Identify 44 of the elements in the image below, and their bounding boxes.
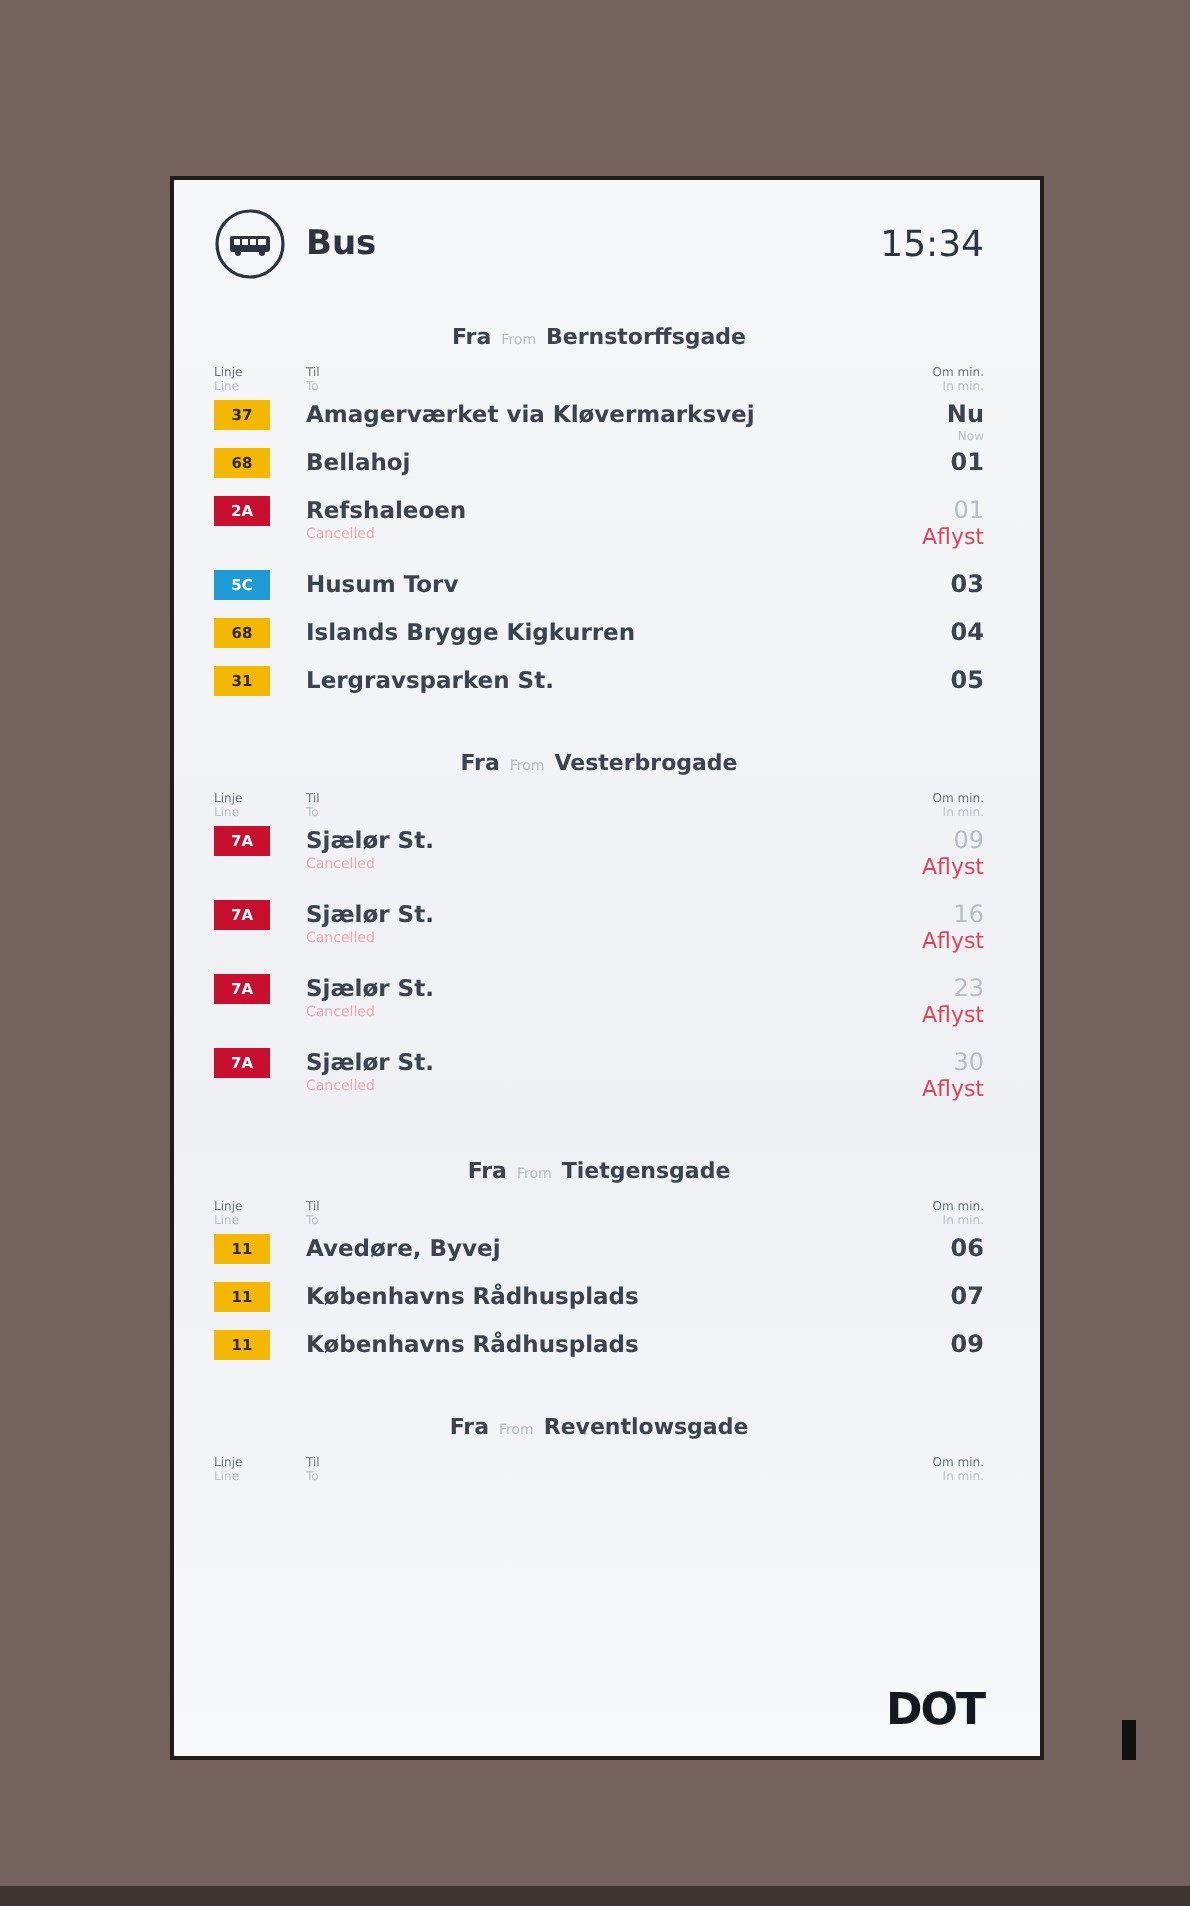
from-label: Fra bbox=[452, 324, 492, 350]
stop-name: Vesterbrogade bbox=[554, 750, 738, 776]
departure-minutes: 07 bbox=[950, 1282, 984, 1312]
destination-name: Bellahoj bbox=[306, 448, 413, 478]
destination-name: Sjælør St. bbox=[306, 1048, 436, 1078]
destination-name: Refshaleoen bbox=[306, 496, 469, 526]
stop-name: Reventlowsgade bbox=[543, 1414, 749, 1440]
destination-name: Københavns Rådhusplads bbox=[306, 1282, 641, 1312]
departure-minutes: 30 bbox=[953, 1048, 984, 1078]
destination-name: Lergravsparken St. bbox=[306, 666, 556, 696]
departure-minutes: 09 bbox=[950, 1330, 984, 1360]
destination-name: Husum Torv bbox=[306, 570, 461, 600]
destination-name: Sjælør St. bbox=[306, 826, 436, 856]
indicator-light bbox=[1122, 1720, 1136, 1760]
destination-name: Amagerværket via Kløvermarksvej bbox=[306, 400, 757, 430]
cancelled-status: Aflyst bbox=[921, 930, 984, 954]
stop-name: Bernstorffsgade bbox=[546, 324, 746, 350]
from-label: Fra bbox=[460, 750, 500, 776]
mode-title: Bus bbox=[306, 224, 379, 264]
departure-minutes: 03 bbox=[950, 570, 984, 600]
departure-minutes: 05 bbox=[950, 666, 984, 696]
destination-name: Sjælør St. bbox=[306, 974, 436, 1004]
from-label: Fra bbox=[467, 1158, 507, 1184]
from-label: Fra bbox=[449, 1414, 489, 1440]
departure-minutes: 06 bbox=[950, 1234, 984, 1264]
bus-icon bbox=[214, 208, 286, 280]
destination-name: Københavns Rådhusplads bbox=[306, 1330, 641, 1360]
departure-minutes: Nu bbox=[946, 400, 984, 430]
destination-name: Islands Brygge Kigkurren bbox=[306, 618, 638, 648]
departure-minutes: 04 bbox=[950, 618, 984, 648]
destination-name: Avedøre, Byvej bbox=[306, 1234, 503, 1264]
cancelled-status: Aflyst bbox=[921, 526, 984, 550]
clock-time: 15:34 bbox=[880, 223, 984, 265]
departure-minutes: 23 bbox=[953, 974, 984, 1004]
departure-minutes: 09 bbox=[953, 826, 984, 856]
cancelled-status: Aflyst bbox=[921, 856, 984, 880]
cancelled-status: Aflyst bbox=[921, 1004, 984, 1028]
departure-minutes: 01 bbox=[953, 496, 984, 526]
departure-minutes: 01 bbox=[950, 448, 984, 478]
destination-name: Sjælør St. bbox=[306, 900, 436, 930]
stop-name: Tietgensgade bbox=[561, 1158, 731, 1184]
brand-logo: DOT bbox=[886, 1686, 984, 1736]
cancelled-status: Aflyst bbox=[921, 1078, 984, 1102]
departure-minutes: 16 bbox=[953, 900, 984, 930]
